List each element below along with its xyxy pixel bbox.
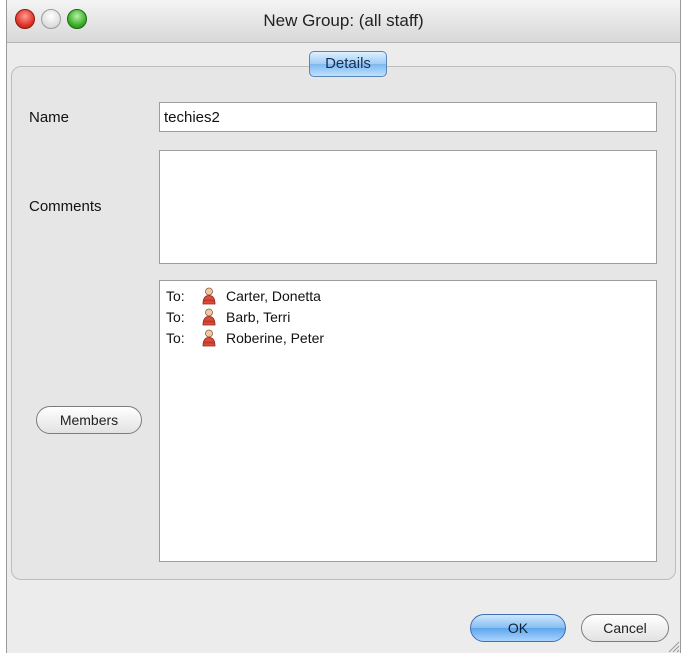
person-icon: [202, 308, 216, 325]
name-label: Name: [29, 109, 70, 126]
name-input[interactable]: [159, 102, 657, 132]
member-name: Barb, Terri: [226, 308, 291, 325]
resize-grip-icon[interactable]: [666, 639, 680, 653]
list-item[interactable]: To: Carter, Donetta: [166, 285, 656, 306]
member-name: Carter, Donetta: [226, 287, 321, 304]
list-item[interactable]: To: Barb, Terri: [166, 306, 656, 327]
members-button[interactable]: Members: [36, 406, 142, 434]
cancel-button[interactable]: Cancel: [581, 614, 669, 642]
tab-details[interactable]: Details: [309, 51, 387, 77]
member-prefix: To:: [166, 329, 185, 346]
list-item[interactable]: To: Roberine, Peter: [166, 327, 656, 348]
member-prefix: To:: [166, 287, 185, 304]
title-bar[interactable]: New Group: (all staff): [7, 0, 680, 43]
new-group-window: New Group: (all staff) Details Name Comm…: [6, 0, 681, 653]
person-icon: [202, 329, 216, 346]
window-title: New Group: (all staff): [263, 11, 424, 30]
comments-textarea[interactable]: [159, 150, 657, 264]
ok-button[interactable]: OK: [470, 614, 566, 642]
comments-label: Comments: [29, 198, 102, 215]
members-list[interactable]: To: Carter, Donetta To: Barb, Terri To:: [159, 280, 657, 562]
member-name: Roberine, Peter: [226, 329, 325, 346]
member-prefix: To:: [166, 308, 185, 325]
person-icon: [202, 287, 216, 304]
